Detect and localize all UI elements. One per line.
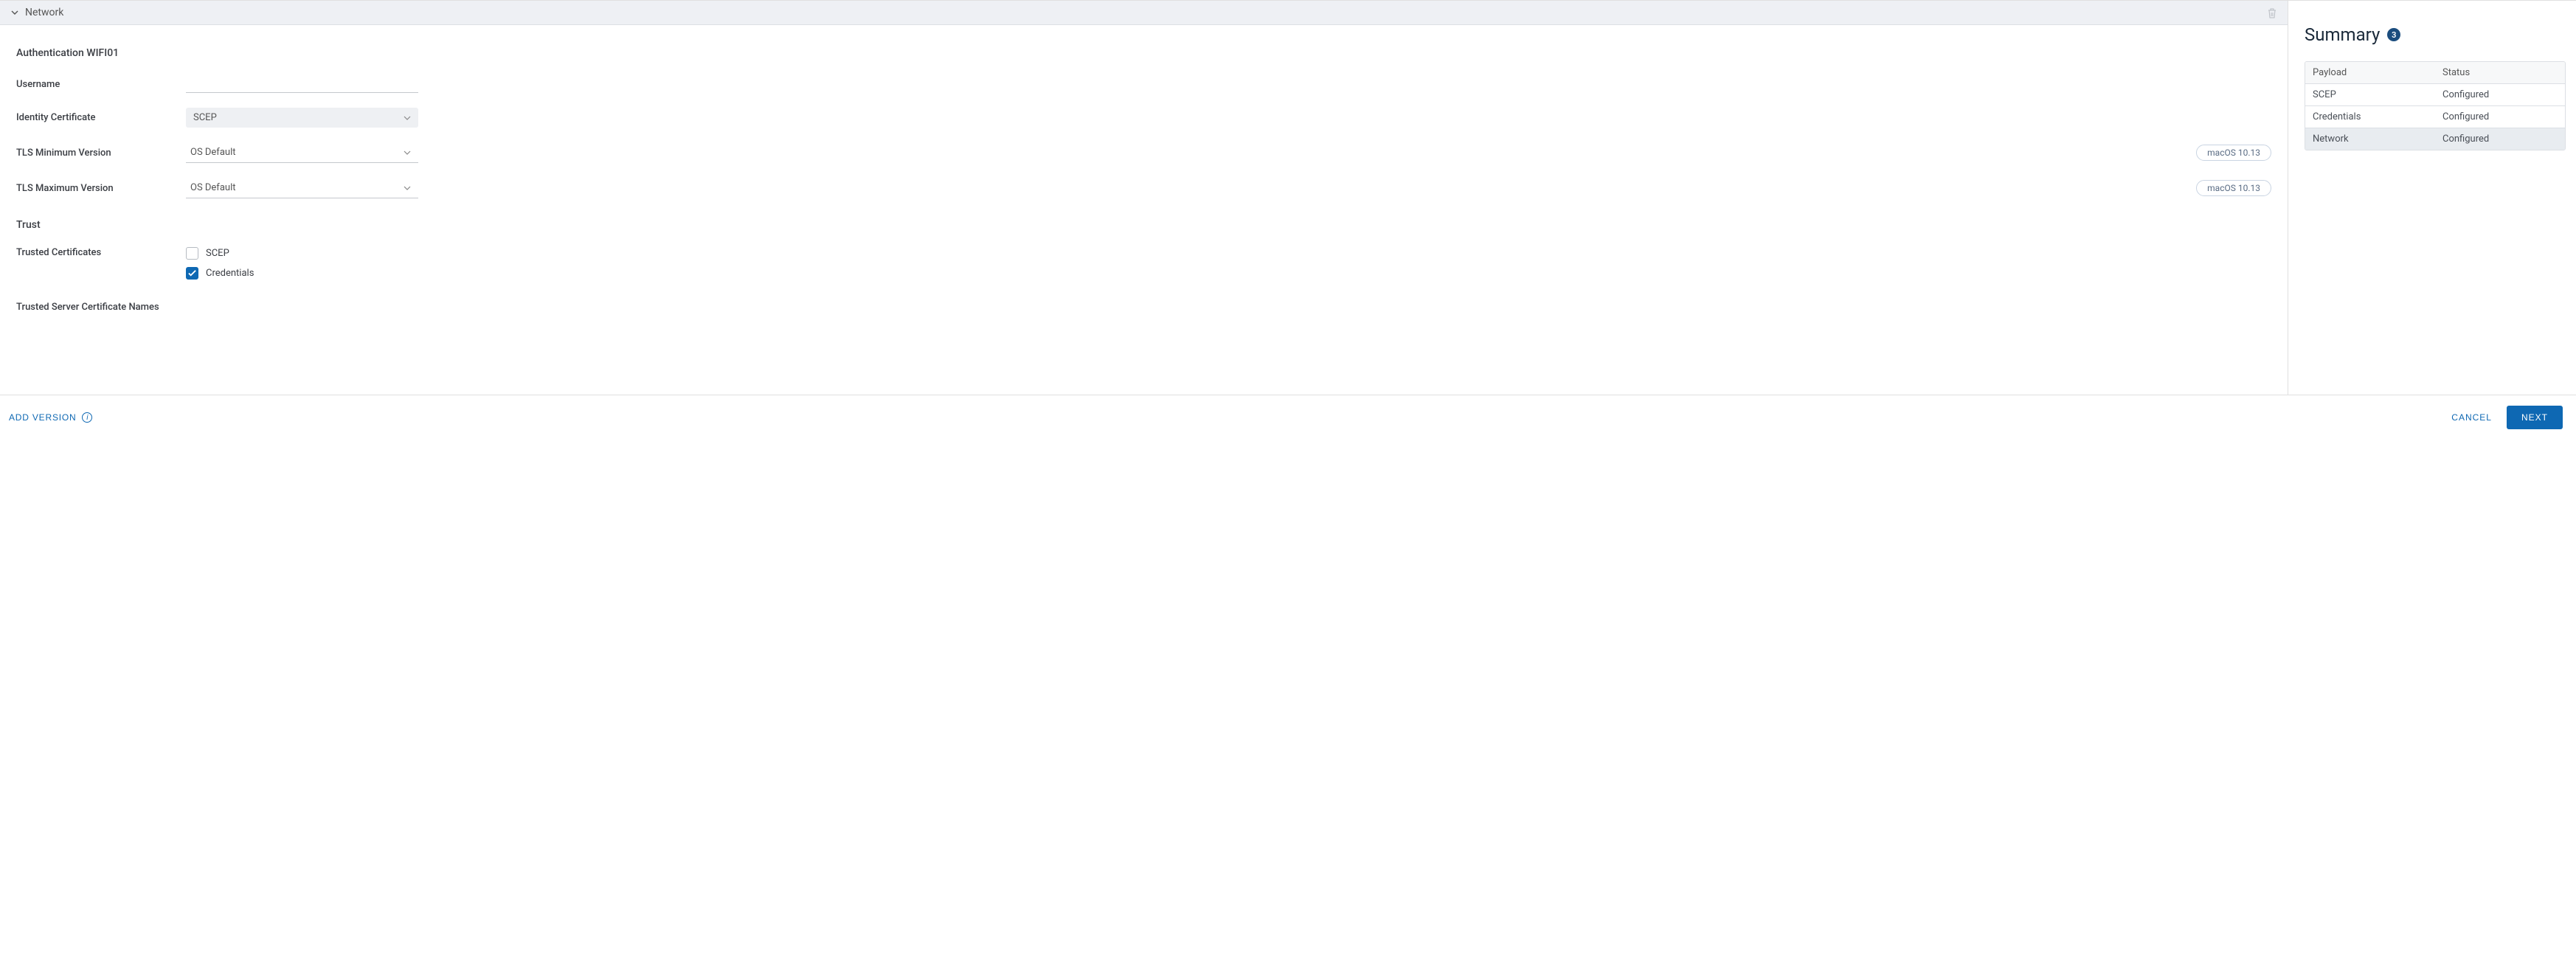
- chevron-down-icon: [404, 147, 411, 158]
- checkbox-label: Credentials: [206, 268, 254, 279]
- trusted-server-names-label: Trusted Server Certificate Names: [16, 302, 171, 313]
- identity-cert-row: Identity Certificate SCEP: [16, 108, 2271, 128]
- checkbox[interactable]: [186, 267, 198, 280]
- tls-max-os-badge: macOS 10.13: [2196, 180, 2271, 196]
- identity-cert-value: SCEP: [193, 112, 217, 123]
- summary-row[interactable]: NetworkConfigured: [2305, 128, 2565, 150]
- tls-min-label: TLS Minimum Version: [16, 148, 171, 159]
- checkbox-label: SCEP: [206, 248, 229, 259]
- next-button[interactable]: NEXT: [2507, 406, 2563, 429]
- summary-count-badge: 3: [2387, 28, 2400, 41]
- tls-min-value: OS Default: [190, 147, 235, 158]
- trusted-certs-row: Trusted Certificates SCEP Credentials: [16, 247, 2271, 287]
- summary-panel: Summary 3 Payload Status SCEPConfiguredC…: [2288, 1, 2576, 395]
- tls-max-select[interactable]: OS Default: [186, 178, 418, 198]
- summary-payload-cell: SCEP: [2305, 84, 2435, 105]
- tls-max-row: TLS Maximum Version OS Default macOS 10.…: [16, 178, 2271, 198]
- info-icon[interactable]: i: [82, 412, 92, 423]
- summary-col-status: Status: [2435, 62, 2565, 83]
- summary-col-payload: Payload: [2305, 62, 2435, 83]
- add-version-button[interactable]: ADD VERSION: [9, 412, 76, 423]
- main-panel: Network Authentication WIFI01 Username I…: [0, 1, 2288, 395]
- trash-icon[interactable]: [2267, 7, 2277, 18]
- summary-payload-cell: Credentials: [2305, 106, 2435, 128]
- username-input[interactable]: [186, 75, 418, 93]
- summary-status-cell: Configured: [2435, 106, 2565, 128]
- summary-title: Summary: [2305, 24, 2380, 45]
- tls-max-value: OS Default: [190, 182, 235, 193]
- footer-bar: ADD VERSION i CANCEL NEXT: [0, 395, 2576, 440]
- tls-max-label: TLS Maximum Version: [16, 183, 171, 194]
- username-label: Username: [16, 79, 171, 90]
- summary-status-cell: Configured: [2435, 84, 2565, 105]
- summary-row[interactable]: CredentialsConfigured: [2305, 106, 2565, 128]
- trusted-cert-option: Credentials: [186, 267, 418, 280]
- username-row: Username: [16, 75, 2271, 93]
- summary-payload-cell: Network: [2305, 128, 2435, 150]
- chevron-down-icon: [404, 112, 411, 123]
- trusted-cert-option: SCEP: [186, 247, 418, 260]
- trust-heading: Trust: [16, 219, 2271, 231]
- tls-min-os-badge: macOS 10.13: [2196, 145, 2271, 161]
- trusted-server-names-row: Trusted Server Certificate Names: [16, 302, 2271, 313]
- summary-row[interactable]: SCEPConfigured: [2305, 84, 2565, 106]
- network-section-header[interactable]: Network: [0, 1, 2288, 25]
- chevron-down-icon: [10, 8, 19, 17]
- cancel-button[interactable]: CANCEL: [2451, 412, 2492, 423]
- tls-min-row: TLS Minimum Version OS Default macOS 10.…: [16, 142, 2271, 163]
- summary-table: Payload Status SCEPConfiguredCredentials…: [2305, 61, 2566, 150]
- identity-cert-label: Identity Certificate: [16, 112, 171, 123]
- chevron-down-icon: [404, 182, 411, 193]
- auth-heading: Authentication WIFI01: [16, 47, 2271, 59]
- trusted-certs-label: Trusted Certificates: [16, 247, 171, 258]
- identity-cert-select[interactable]: SCEP: [186, 108, 418, 128]
- tls-min-select[interactable]: OS Default: [186, 142, 418, 163]
- section-title: Network: [25, 7, 63, 18]
- summary-status-cell: Configured: [2435, 128, 2565, 150]
- summary-header-row: Payload Status: [2305, 62, 2565, 84]
- checkbox[interactable]: [186, 247, 198, 260]
